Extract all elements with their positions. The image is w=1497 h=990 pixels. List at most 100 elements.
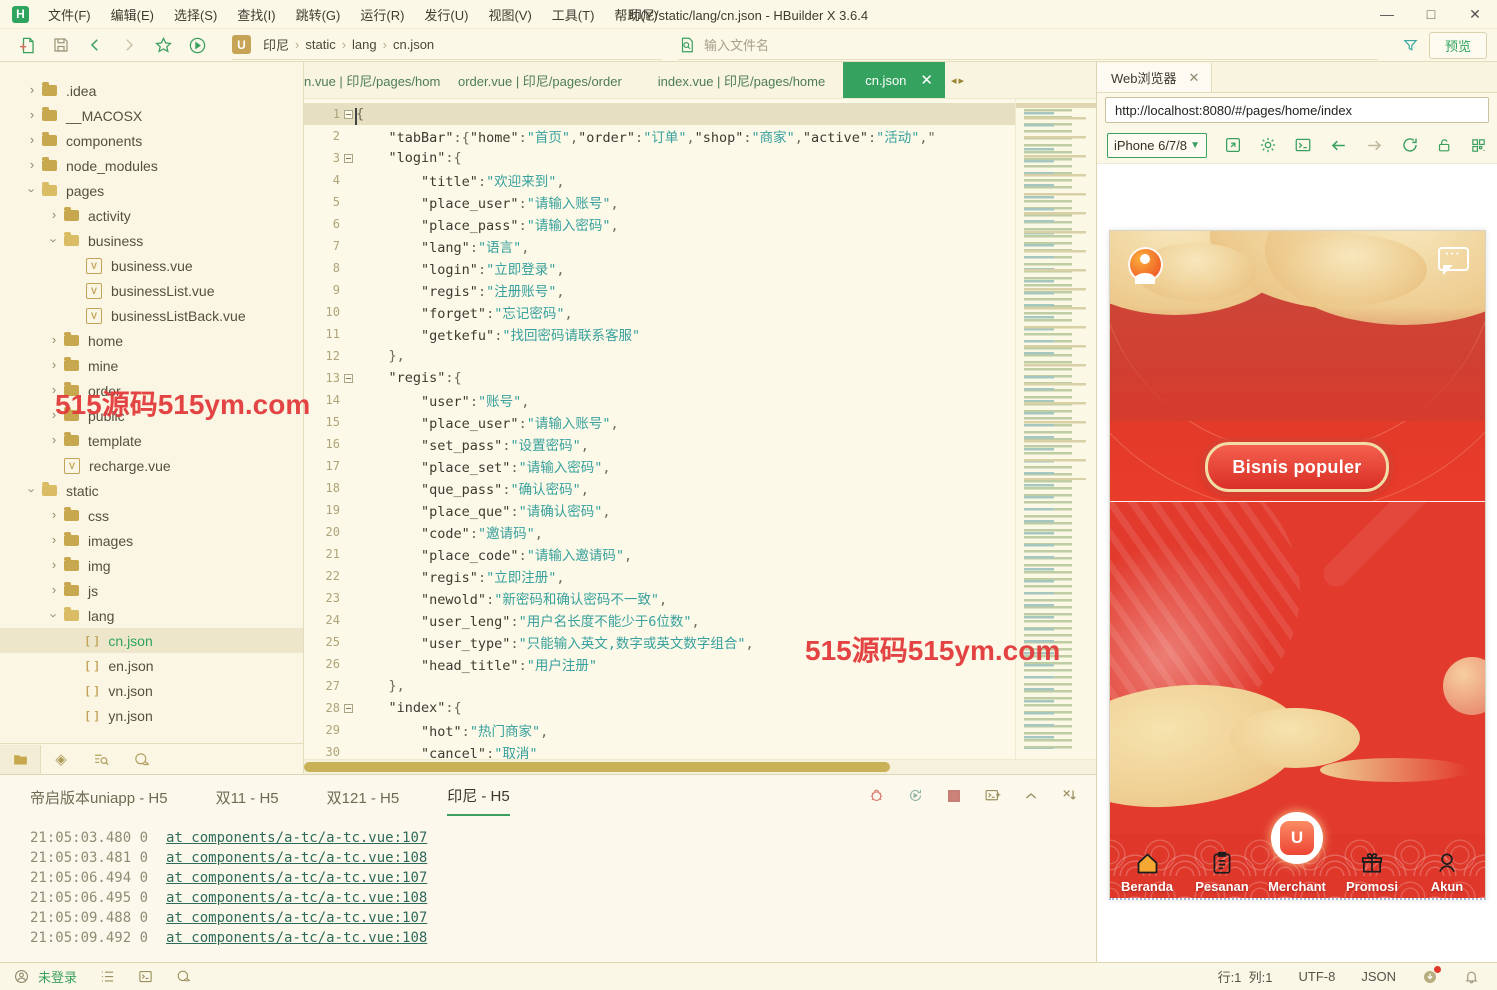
nav-forward-icon[interactable]: [1365, 136, 1384, 155]
tree-item-images[interactable]: ›images: [0, 528, 303, 553]
tree-item-static[interactable]: ›static: [0, 478, 303, 503]
code-line[interactable]: 23 "newold":"新密码和确认密码不一致",: [304, 587, 1015, 609]
code-line[interactable]: 22 "regis":"立即注册",: [304, 565, 1015, 587]
explorer-search-icon[interactable]: [81, 745, 121, 774]
tree-item-recharge.vue[interactable]: Vrecharge.vue: [0, 453, 303, 478]
menu-item[interactable]: 视图(V): [479, 2, 540, 27]
log-source-link[interactable]: at components/a-tc/a-tc.vue:107: [166, 910, 427, 926]
code-line[interactable]: 15 "place_user":"请输入账号",: [304, 411, 1015, 433]
url-input[interactable]: http://localhost:8080/#/pages/home/index: [1105, 97, 1489, 123]
clear-log-icon[interactable]: [1061, 787, 1078, 804]
code-line[interactable]: 29 "hot":"热门商家",: [304, 719, 1015, 741]
tree-item-js[interactable]: ›js: [0, 578, 303, 603]
code-line[interactable]: 6 "place_pass":"请输入密码",: [304, 213, 1015, 235]
editor-tab[interactable]: index.vue | 印尼/pages/home: [640, 62, 843, 98]
filetype-indicator[interactable]: JSON: [1361, 969, 1396, 984]
menu-item[interactable]: 运行(R): [351, 2, 413, 27]
code-line[interactable]: 2 "tabBar":{"home":"首页","order":"订单","sh…: [304, 125, 1015, 147]
app-tab-pesanan[interactable]: Pesanan: [1185, 834, 1260, 899]
tree-item-activity[interactable]: ›activity: [0, 203, 303, 228]
login-status[interactable]: 未登录: [38, 967, 77, 986]
log-source-link[interactable]: at components/a-tc/a-tc.vue:108: [166, 890, 427, 906]
app-tab-merchant[interactable]: UMerchant: [1260, 834, 1335, 899]
code-line[interactable]: 7 "lang":"语言",: [304, 235, 1015, 257]
fold-icon[interactable]: [340, 110, 356, 119]
fold-icon[interactable]: [340, 704, 356, 713]
user-account-icon[interactable]: [14, 969, 29, 984]
encoding-indicator[interactable]: UTF-8: [1298, 969, 1335, 984]
device-select[interactable]: iPhone 6/7/8 ▼: [1107, 133, 1207, 158]
fold-icon[interactable]: [340, 154, 356, 163]
breadcrumb-item[interactable]: static: [301, 37, 339, 52]
console-tab[interactable]: 双121 - H5: [327, 787, 400, 816]
fold-icon[interactable]: [340, 374, 356, 383]
preview-button[interactable]: 预览: [1429, 32, 1487, 59]
code-line[interactable]: 19 "place_que":"请确认密码",: [304, 499, 1015, 521]
new-file-icon[interactable]: [10, 32, 44, 58]
code-line[interactable]: 18 "que_pass":"确认密码",: [304, 477, 1015, 499]
explorer-marks-icon[interactable]: ◈: [41, 745, 81, 774]
code-line[interactable]: 17 "place_set":"请输入密码",: [304, 455, 1015, 477]
close-icon[interactable]: ✕: [920, 71, 933, 89]
forward-icon[interactable]: [112, 32, 146, 58]
menu-item[interactable]: 发行(U): [415, 2, 477, 27]
tree-item-business.vue[interactable]: Vbusiness.vue: [0, 253, 303, 278]
tree-item-businessList.vue[interactable]: VbusinessList.vue: [0, 278, 303, 303]
file-search-box[interactable]: 输入文件名: [678, 31, 1378, 60]
tree-item-node_modules[interactable]: ›node_modules: [0, 153, 303, 178]
code-line[interactable]: 9 "regis":"注册账号",: [304, 279, 1015, 301]
console-tab[interactable]: 双11 - H5: [216, 787, 279, 816]
update-download-icon[interactable]: [1422, 969, 1438, 985]
tree-item-css[interactable]: ›css: [0, 503, 303, 528]
code-line[interactable]: 1{: [304, 103, 1015, 125]
breadcrumb-item[interactable]: cn.json: [389, 37, 438, 52]
collapse-panel-icon[interactable]: [1023, 788, 1039, 804]
avatar[interactable]: [1128, 247, 1163, 282]
menu-item[interactable]: 工具(T): [543, 2, 604, 27]
unlock-icon[interactable]: [1436, 137, 1453, 154]
menu-item[interactable]: 文件(F): [39, 2, 100, 27]
save-icon[interactable]: [44, 32, 78, 58]
settings-gear-icon[interactable]: [1259, 136, 1277, 154]
code-line[interactable]: 16 "set_pass":"设置密码",: [304, 433, 1015, 455]
horizontal-scrollbar[interactable]: [304, 759, 1096, 774]
code-line[interactable]: 21 "place_code":"请输入邀请码",: [304, 543, 1015, 565]
minimize-button[interactable]: —: [1365, 1, 1409, 27]
star-icon[interactable]: [146, 32, 180, 58]
code-line[interactable]: 8 "login":"立即登录",: [304, 257, 1015, 279]
stop-icon[interactable]: [946, 788, 962, 804]
close-button[interactable]: ✕: [1453, 1, 1497, 27]
editor-tab[interactable]: cn.json✕: [843, 62, 945, 98]
menu-item[interactable]: 编辑(E): [102, 2, 163, 27]
qrcode-icon[interactable]: [1470, 137, 1487, 154]
code-line[interactable]: 10 "forget":"忘记密码",: [304, 301, 1015, 323]
tree-item-cn.json[interactable]: [ ]cn.json: [0, 628, 303, 653]
code-line[interactable]: 14 "user":"账号",: [304, 389, 1015, 411]
log-source-link[interactable]: at components/a-tc/a-tc.vue:108: [166, 850, 427, 866]
task-list-icon[interactable]: [100, 969, 115, 984]
app-tab-promosi[interactable]: Promosi: [1335, 834, 1410, 899]
detach-window-icon[interactable]: [1224, 136, 1242, 154]
tree-item-components[interactable]: ›components: [0, 128, 303, 153]
menu-item[interactable]: 选择(S): [165, 2, 226, 27]
terminal-status-icon[interactable]: [138, 969, 153, 984]
browser-tab[interactable]: Web浏览器 ✕: [1097, 63, 1212, 92]
breadcrumb-item[interactable]: lang: [348, 37, 381, 52]
code-line[interactable]: 20 "code":"邀请码",: [304, 521, 1015, 543]
filter-icon[interactable]: [1402, 37, 1419, 54]
chat-icon[interactable]: [1438, 247, 1469, 271]
popular-business-button[interactable]: Bisnis populer: [1205, 442, 1389, 492]
tree-item-en.json[interactable]: [ ]en.json: [0, 653, 303, 678]
nav-back-icon[interactable]: [1329, 136, 1348, 155]
editor-tab[interactable]: n.vue | 印尼/pages/home: [304, 62, 440, 98]
editor-tab[interactable]: order.vue | 印尼/pages/order: [440, 62, 640, 98]
console-tab[interactable]: 印尼 - H5: [447, 785, 510, 816]
explorer-files-icon[interactable]: [0, 745, 41, 774]
tree-item-template[interactable]: ›template: [0, 428, 303, 453]
menu-item[interactable]: 跳转(G): [287, 2, 350, 27]
breadcrumb-item[interactable]: 印尼: [259, 35, 293, 54]
phone-preview[interactable]: Bisnis populer BerandaPesananUMerchantPr…: [1109, 230, 1486, 900]
tree-item-vn.json[interactable]: [ ]vn.json: [0, 678, 303, 703]
code-line[interactable]: 5 "place_user":"请输入账号",: [304, 191, 1015, 213]
maximize-button[interactable]: □: [1409, 1, 1453, 27]
